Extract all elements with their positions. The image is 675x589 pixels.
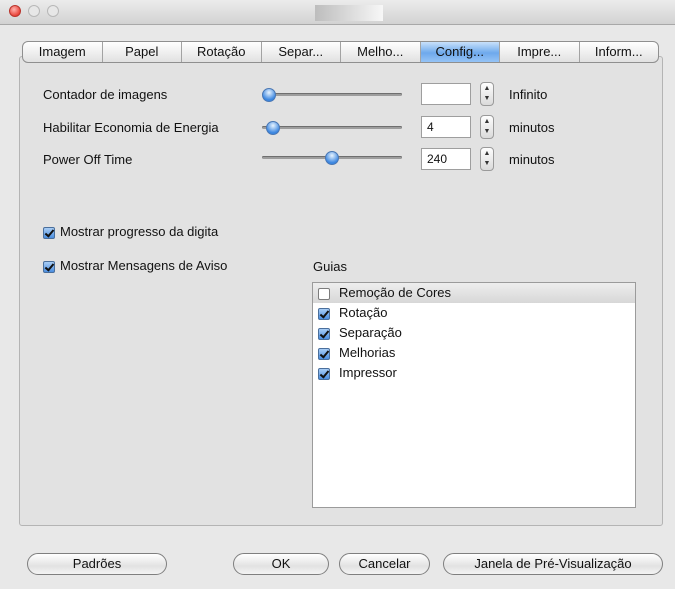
minimize-window-icon[interactable] xyxy=(28,5,40,17)
power-off-field[interactable]: 240 xyxy=(421,148,471,170)
preview-window-button[interactable]: Janela de Pré-Visualização xyxy=(443,553,663,575)
slider-knob[interactable] xyxy=(266,121,280,135)
checkbox-icon[interactable] xyxy=(318,347,330,360)
tab-bar: Imagem Papel Rotação Separ... Melho... C… xyxy=(22,41,659,63)
tab-melhorias[interactable]: Melho... xyxy=(341,42,421,62)
energy-saving-unit: minutos xyxy=(509,120,555,135)
power-off-unit: minutos xyxy=(509,152,555,167)
image-counter-slider[interactable] xyxy=(262,87,402,103)
list-item[interactable]: Separação xyxy=(313,323,635,343)
stepper-up-icon[interactable]: ▲ xyxy=(481,85,493,93)
slider-knob[interactable] xyxy=(325,151,339,165)
show-progress-option[interactable]: Mostrar progresso da digita xyxy=(43,224,255,239)
checkbox-icon[interactable] xyxy=(43,226,55,239)
show-warnings-option[interactable]: Mostrar Mensagens de Aviso xyxy=(43,258,255,273)
list-item-label: Remoção de Cores xyxy=(339,285,451,300)
stepper-down-icon[interactable]: ▼ xyxy=(481,128,493,136)
image-counter-stepper[interactable]: ▲ ▼ xyxy=(480,82,494,106)
show-warnings-label: Mostrar Mensagens de Aviso xyxy=(60,258,228,273)
image-counter-unit: Infinito xyxy=(509,87,548,102)
stepper-up-icon[interactable]: ▲ xyxy=(481,118,493,126)
close-window-icon[interactable] xyxy=(9,5,21,17)
tab-imagem[interactable]: Imagem xyxy=(23,42,103,62)
checkbox-icon[interactable] xyxy=(318,287,330,300)
list-item-label: Rotação xyxy=(339,305,388,320)
energy-saving-stepper[interactable]: ▲ ▼ xyxy=(480,115,494,139)
power-off-stepper[interactable]: ▲ ▼ xyxy=(480,147,494,171)
tab-rotacao[interactable]: Rotação xyxy=(182,42,262,62)
checkbox-icon[interactable] xyxy=(318,367,330,380)
list-item[interactable]: Remoção de Cores xyxy=(313,283,635,303)
ok-button[interactable]: OK xyxy=(233,553,329,575)
tab-impressor[interactable]: Impre... xyxy=(500,42,580,62)
energy-saving-field[interactable]: 4 xyxy=(421,116,471,138)
energy-saving-label: Habilitar Economia de Energia xyxy=(43,120,219,135)
image-counter-label: Contador de imagens xyxy=(43,87,168,102)
window-titlebar xyxy=(0,0,675,25)
list-item[interactable]: Rotação xyxy=(313,303,635,323)
power-off-label: Power Off Time xyxy=(43,152,133,167)
window-title xyxy=(315,5,383,21)
tab-informacoes[interactable]: Inform... xyxy=(580,42,659,62)
list-item-label: Separação xyxy=(339,325,402,340)
list-item[interactable]: Melhorias xyxy=(313,343,635,363)
defaults-button[interactable]: Padrões xyxy=(27,553,167,575)
list-item[interactable]: Impressor xyxy=(313,363,635,383)
stepper-down-icon[interactable]: ▼ xyxy=(481,95,493,103)
zoom-window-icon[interactable] xyxy=(47,5,59,17)
list-item-label: Impressor xyxy=(339,365,397,380)
power-off-slider[interactable] xyxy=(262,150,402,166)
show-progress-label: Mostrar progresso da digita xyxy=(60,224,219,239)
checkbox-icon[interactable] xyxy=(318,307,330,320)
slider-knob[interactable] xyxy=(262,88,276,102)
checkbox-icon[interactable] xyxy=(318,327,330,340)
energy-saving-slider[interactable] xyxy=(262,120,402,136)
checkbox-icon[interactable] xyxy=(43,260,55,273)
slider-track xyxy=(262,93,402,96)
stepper-up-icon[interactable]: ▲ xyxy=(481,150,493,158)
cancel-button[interactable]: Cancelar xyxy=(339,553,430,575)
list-item-label: Melhorias xyxy=(339,345,396,360)
tab-config[interactable]: Config... xyxy=(420,42,500,62)
stepper-down-icon[interactable]: ▼ xyxy=(481,160,493,168)
guides-label: Guias xyxy=(313,259,347,274)
image-counter-field[interactable] xyxy=(421,83,471,105)
slider-track xyxy=(262,126,402,129)
guides-list: Remoção de Cores Rotação Separação Melho… xyxy=(312,282,636,508)
tab-separacao[interactable]: Separ... xyxy=(262,42,341,62)
tab-papel[interactable]: Papel xyxy=(103,42,182,62)
